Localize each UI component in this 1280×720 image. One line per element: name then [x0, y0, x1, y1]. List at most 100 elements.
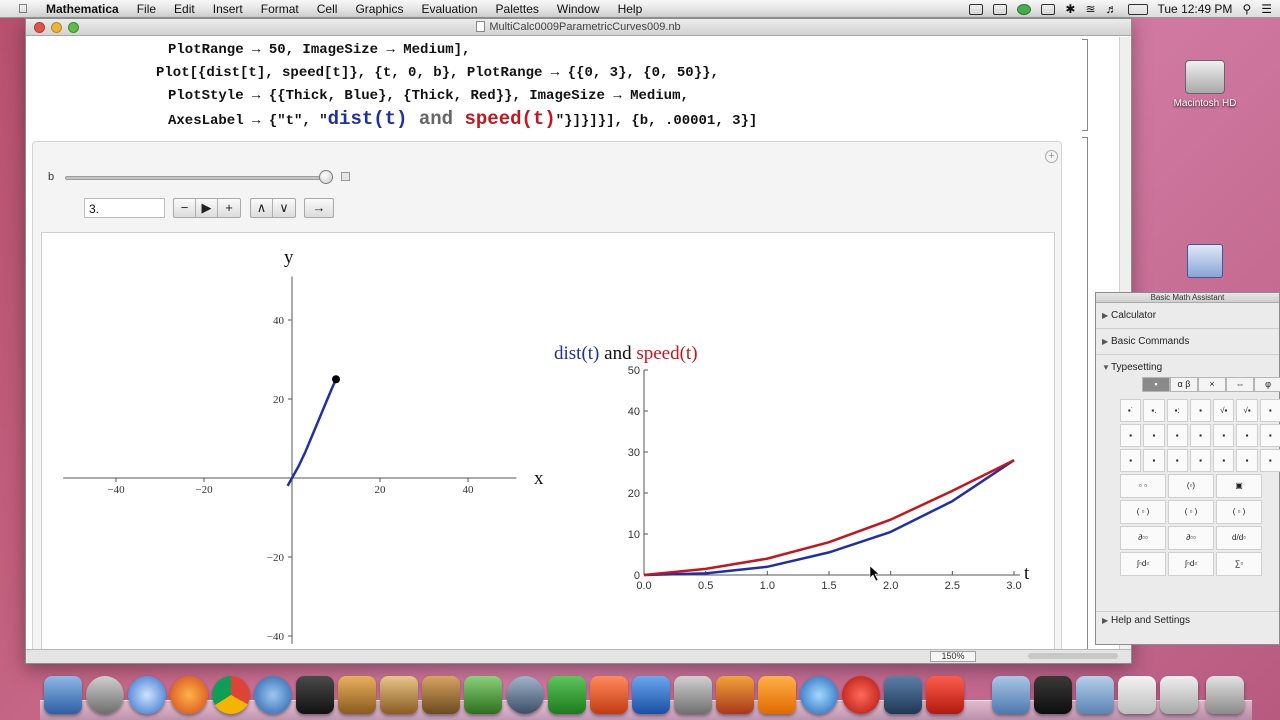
horizontal-scrollbar[interactable] — [1028, 653, 1118, 659]
slider-track[interactable] — [65, 176, 327, 180]
menu-app-name[interactable]: Mathematica — [46, 2, 119, 16]
tab-greek[interactable]: α β — [1170, 377, 1198, 392]
palette-section-calculator[interactable]: ▶ Calculator — [1096, 303, 1279, 329]
photo-icon[interactable] — [884, 676, 922, 714]
zoom-menu[interactable]: 150% — [930, 651, 976, 662]
menu-cell[interactable]: Cell — [317, 2, 338, 16]
template-button[interactable]: √▪ — [1236, 399, 1258, 422]
menu-file[interactable]: File — [137, 2, 156, 16]
desktop-hd-icon[interactable]: Macintosh HD — [1160, 60, 1250, 109]
screen-icon[interactable] — [993, 3, 1008, 15]
desktop-app-icon[interactable] — [1182, 244, 1228, 278]
menu-palettes[interactable]: Palettes — [496, 2, 539, 16]
compass-icon[interactable] — [506, 676, 544, 714]
template-button[interactable]: ▪ — [1120, 424, 1142, 447]
play-button[interactable]: ▶ — [196, 199, 218, 217]
slower-button[interactable]: ∨ — [273, 199, 295, 217]
wifi-icon[interactable]: ≊ — [1085, 2, 1095, 16]
template-button[interactable]: ∂▫▫ — [1120, 526, 1166, 550]
menu-graphics[interactable]: Graphics — [355, 2, 403, 16]
earth-icon[interactable] — [254, 676, 292, 714]
template-button[interactable]: ▪ — [1189, 424, 1212, 447]
template-button[interactable]: ▪ — [1189, 449, 1212, 472]
slider-options-icon[interactable] — [341, 172, 350, 181]
sync-icon[interactable] — [1041, 3, 1056, 15]
imovie-icon[interactable] — [296, 676, 334, 714]
trash-icon[interactable] — [1206, 676, 1244, 714]
battery-icon[interactable] — [1127, 3, 1148, 15]
menu-help[interactable]: Help — [618, 2, 643, 16]
volume-icon[interactable]: ♬ — [1106, 2, 1118, 16]
document-stack-icon[interactable] — [1118, 676, 1156, 714]
template-button[interactable]: ▪ — [1213, 449, 1235, 472]
template-button[interactable]: ∑▫ — [1216, 552, 1262, 576]
finder-icon[interactable] — [44, 676, 82, 714]
spotlight-icon[interactable]: ⚲ — [1242, 2, 1251, 16]
template-button[interactable]: ▪ — [1166, 449, 1188, 472]
template-button[interactable]: d/d▫ — [1216, 526, 1262, 550]
palette-section-basic-commands[interactable]: ▶ Basic Commands — [1096, 329, 1279, 355]
slider-thumb[interactable] — [319, 170, 333, 184]
grapher-icon[interactable] — [674, 676, 712, 714]
template-button[interactable]: ▪ — [1143, 449, 1165, 472]
firefox-icon[interactable] — [170, 676, 208, 714]
iphoto-icon[interactable] — [338, 676, 376, 714]
template-button[interactable]: ▪ — [1259, 424, 1280, 447]
clock[interactable]: Tue 12:49 PM — [1158, 2, 1233, 16]
template-button[interactable]: ▪ — [1236, 424, 1258, 447]
bluetooth-icon[interactable]: ✱ — [1065, 2, 1075, 16]
cell-bracket[interactable] — [1082, 39, 1088, 131]
acrobat-icon[interactable] — [926, 676, 964, 714]
folder-icon[interactable] — [992, 676, 1030, 714]
menu-insert[interactable]: Insert — [213, 2, 243, 16]
window-titlebar[interactable]: MultiCalc0009ParametricCurves009.nb — [26, 19, 1131, 36]
palette-title[interactable]: Basic Math Assistant — [1096, 293, 1279, 303]
template-button[interactable]: ( ▫ ) — [1120, 500, 1166, 524]
menu-window[interactable]: Window — [557, 2, 600, 16]
keynote-icon[interactable] — [422, 676, 460, 714]
palette-section-help[interactable]: ▶ Help and Settings — [1096, 611, 1279, 629]
tab-arrows[interactable]: ⇔ — [1226, 377, 1254, 392]
burger-icon[interactable] — [716, 676, 754, 714]
tab-templates[interactable]: ▪ — [1142, 377, 1170, 392]
menu-format[interactable]: Format — [261, 2, 299, 16]
template-button[interactable]: ▪ — [1166, 424, 1188, 447]
mathematica-icon[interactable] — [842, 676, 880, 714]
increment-button[interactable]: + — [218, 199, 240, 217]
apple-icon[interactable]:  — [18, 1, 32, 16]
numbers-icon[interactable] — [464, 676, 502, 714]
tab-operators[interactable]: × — [1198, 377, 1226, 392]
calculator-icon[interactable] — [800, 676, 838, 714]
value-field[interactable]: 3. — [84, 198, 165, 218]
menu-evaluation[interactable]: Evaluation — [421, 2, 477, 16]
template-button[interactable]: ▣ — [1216, 474, 1262, 498]
template-button[interactable]: ▪: — [1166, 399, 1188, 422]
template-button[interactable]: ( ▫ ) — [1216, 500, 1262, 524]
template-button[interactable]: ▪ — [1236, 449, 1258, 472]
cell-bracket[interactable] — [1082, 137, 1088, 657]
template-button[interactable]: ∂▫▫ — [1168, 526, 1214, 550]
template-button[interactable]: ▪ — [1189, 399, 1212, 422]
template-button[interactable]: ▪ — [1213, 424, 1235, 447]
chat-icon[interactable] — [1017, 3, 1032, 15]
template-button[interactable]: ▪ — [1259, 449, 1280, 472]
template-button[interactable]: ▪ — [1143, 424, 1165, 447]
garageband-icon[interactable] — [380, 676, 418, 714]
template-button[interactable]: ▫ ▫ — [1120, 474, 1166, 498]
vlc-icon[interactable] — [758, 676, 796, 714]
safari-icon[interactable] — [128, 676, 166, 714]
terminal-icon[interactable] — [1034, 676, 1072, 714]
template-button[interactable]: √▪ — [1213, 399, 1235, 422]
input-cell[interactable]: PlotRange → 50, ImageSize → Medium], Plo… — [156, 39, 1016, 133]
plus-icon[interactable]: + — [1045, 150, 1058, 163]
tab-symbols[interactable]: φ — [1254, 377, 1280, 392]
template-button[interactable]: ( ▫ ) — [1168, 500, 1214, 524]
template-button[interactable]: ▪˙ — [1120, 399, 1142, 422]
downloads-icon[interactable] — [1160, 676, 1198, 714]
list-icon[interactable]: ☰ — [1261, 2, 1272, 16]
faster-button[interactable]: ∧ — [251, 199, 273, 217]
direction-button[interactable]: → — [305, 199, 333, 217]
template-button[interactable]: ▪ — [1120, 449, 1142, 472]
template-button[interactable]: (▫) — [1168, 474, 1214, 498]
template-button[interactable]: ∫▫d▫ — [1168, 552, 1214, 576]
